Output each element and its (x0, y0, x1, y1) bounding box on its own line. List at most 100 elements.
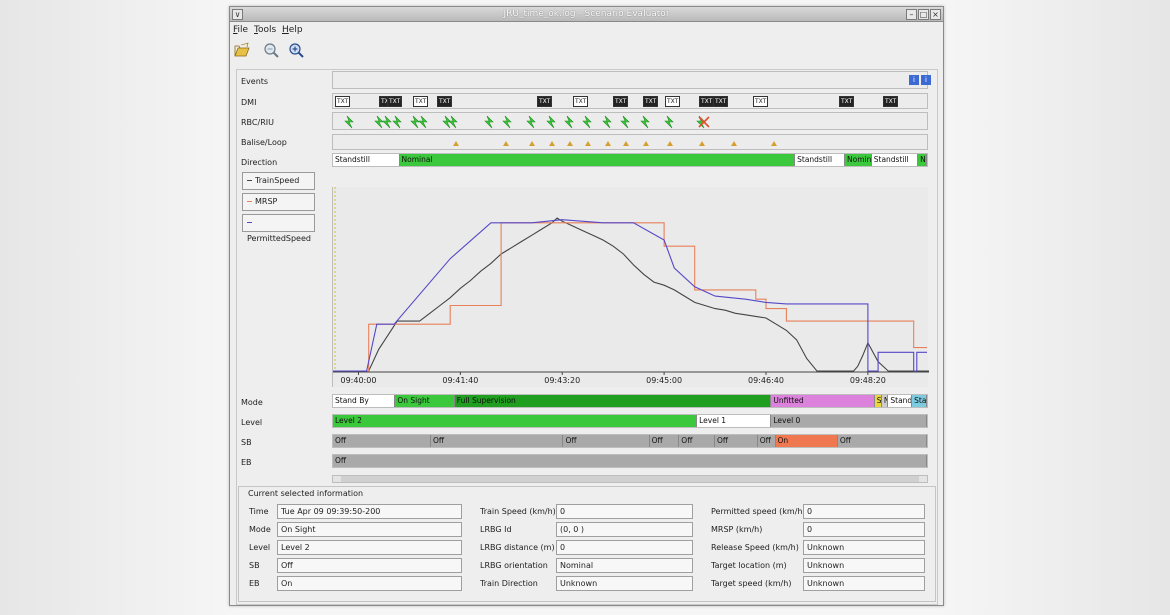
window-title: JRU_time_ok.log - Scenario Evaluator (503, 9, 670, 19)
eb-field: On (277, 576, 462, 591)
direction-segment[interactable]: N (918, 154, 927, 166)
field-label: LRBG distance (m) (480, 543, 555, 552)
menu-help-mnemonic: H (282, 25, 289, 35)
info-icon[interactable]: i (909, 75, 919, 85)
minimize-button[interactable]: – (906, 9, 917, 20)
info-panel-title: Current selected information (248, 489, 364, 498)
zoom-out-icon[interactable] (263, 42, 281, 60)
dmi-text-marker[interactable]: TXT (665, 96, 681, 107)
menu-help[interactable]: Help (282, 25, 303, 35)
speed-chart[interactable]: 09:40:00 09:41:40 09:43:20 09:45:00 09:46:40… (332, 187, 929, 387)
row-label-direction: Direction (241, 158, 278, 167)
rbc-track[interactable] (332, 112, 928, 130)
series-line-trainspeed (333, 217, 929, 372)
dmi-text-marker[interactable]: TXT (613, 96, 629, 107)
events-track[interactable] (332, 71, 928, 89)
sb-segment[interactable]: On (775, 435, 838, 447)
sb-segment[interactable]: Off (837, 435, 927, 447)
direction-segment[interactable]: Standstill (795, 154, 846, 166)
menu-tools-label: ools (257, 25, 277, 35)
mode-segment[interactable]: On Sight (395, 395, 455, 407)
field-label: Level (249, 543, 271, 552)
mrsp-field: 0 (803, 522, 925, 537)
dmi-text-marker[interactable]: TXT (883, 96, 899, 107)
row-label-level: Level (241, 418, 263, 427)
balise-markers (453, 141, 777, 146)
x-tick-label: 09:45:00 (646, 376, 682, 385)
dmi-text-marker[interactable]: TXT (335, 96, 351, 107)
mode-segment[interactable]: Full Supervision (454, 395, 772, 407)
dmi-text-marker[interactable]: TXT (753, 96, 769, 107)
timeline-scrollbar[interactable] (332, 475, 928, 483)
dmi-text-marker[interactable]: TXT (839, 96, 855, 107)
maximize-button[interactable]: □ (918, 9, 929, 20)
dmi-text-marker[interactable]: TXT (537, 96, 553, 107)
current-info-panel: Current selected information Time Tue Ap… (238, 486, 936, 602)
scrollbar-thumb[interactable] (341, 476, 919, 482)
info-icon[interactable]: i (921, 75, 931, 85)
toolbar (230, 40, 943, 62)
level-segment[interactable]: Level 0 (771, 415, 927, 427)
row-label-eb: EB (241, 458, 252, 467)
mode-segment[interactable]: Stand By (333, 395, 396, 407)
legend-mrsp[interactable]: MRSP (242, 193, 315, 211)
menu-tools[interactable]: Tools (254, 25, 276, 35)
sb-segment[interactable]: Off (563, 435, 650, 447)
legend-swatch (247, 180, 252, 181)
legend-label: TrainSpeed (255, 176, 300, 185)
dmi-track[interactable]: TXT TXT TXT TXT TXT TXT TXT TXT TXT TXT TXT TXT TXT T… (332, 93, 928, 109)
lrbg-orientation-field: Nominal (556, 558, 693, 573)
permitted-speed-field: 0 (803, 504, 925, 519)
menu-help-label: elp (288, 25, 303, 35)
dmi-text-marker[interactable]: TXT (643, 96, 659, 107)
row-label-mode: Mode (241, 398, 263, 407)
level-segment[interactable]: Level 2 (333, 415, 698, 427)
level-track[interactable]: Level 2 Level 1 Level 0 (332, 414, 928, 428)
eb-track[interactable]: Off (332, 454, 928, 468)
x-tick-label: 09:48:20 (850, 376, 886, 385)
close-button[interactable]: × (930, 9, 941, 20)
lrbg-id-field: (0, 0 ) (556, 522, 693, 537)
mode-segment[interactable]: S (874, 395, 882, 407)
x-tick-label: 09:46:40 (748, 376, 784, 385)
sb-segment[interactable]: Off (333, 435, 431, 447)
menu-file[interactable]: File (233, 25, 248, 35)
dmi-text-marker[interactable]: TXT (387, 96, 403, 107)
sb-segment[interactable]: Off (714, 435, 758, 447)
open-folder-icon[interactable] (233, 42, 251, 60)
zoom-in-icon[interactable] (288, 42, 306, 60)
dmi-text-marker[interactable]: TXT (573, 96, 589, 107)
sb-field: Off (277, 558, 462, 573)
sb-segment[interactable]: Off (757, 435, 776, 447)
level-segment[interactable]: Level 1 (697, 415, 772, 427)
eb-segment[interactable]: Off (333, 455, 927, 467)
row-label-sb: SB (241, 438, 252, 447)
legend-permitted-speed[interactable]: PermittedSpeed (242, 214, 315, 243)
row-label-rbc: RBC/RIU (241, 118, 274, 127)
field-label: Target speed (km/h) (711, 579, 792, 588)
sb-segment[interactable]: Off (649, 435, 680, 447)
direction-segment[interactable]: Standstill (871, 154, 919, 166)
direction-segment[interactable]: Nomin (845, 154, 872, 166)
mode-segment[interactable]: Sta (912, 395, 927, 407)
row-label-dmi: DMI (241, 98, 257, 107)
field-label: LRBG orientation (480, 561, 548, 570)
direction-segment[interactable]: Standstill (333, 154, 400, 166)
mode-track[interactable]: Stand By On Sight Full Supervision Unfitted… (332, 394, 928, 408)
field-label: Train Direction (480, 579, 538, 588)
x-tick-label: 09:41:40 (442, 376, 478, 385)
sb-track[interactable]: Off Off Off Off Off Off Off On Off (332, 434, 928, 448)
legend-train-speed[interactable]: TrainSpeed (242, 172, 315, 190)
mode-segment[interactable]: Unfitted (771, 395, 875, 407)
title-bar: ∨ JRU_time_ok.log - Scenario Evaluator –… (230, 7, 943, 22)
mode-segment[interactable]: Stand (888, 395, 913, 407)
target-speed-field: Unknown (803, 576, 925, 591)
balise-track[interactable] (332, 134, 928, 150)
dmi-text-marker[interactable]: TXT (437, 96, 453, 107)
sb-segment[interactable]: Off (431, 435, 564, 447)
dmi-text-marker[interactable]: TXT (413, 96, 429, 107)
dmi-text-marker[interactable]: TXT (713, 96, 729, 107)
direction-segment[interactable]: Nominal (399, 154, 796, 166)
sb-segment[interactable]: Off (679, 435, 715, 447)
direction-track[interactable]: Standstill Nominal Standstill Nomin Standsti… (332, 153, 928, 167)
